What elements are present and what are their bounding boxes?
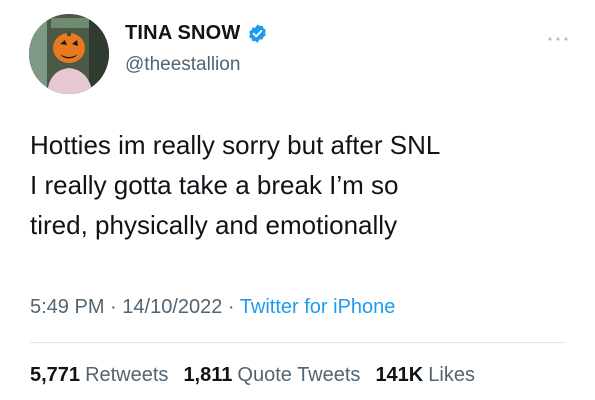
retweets-count: 5,771 xyxy=(30,364,81,386)
author-handle[interactable]: @theestallion xyxy=(125,54,268,76)
tweet-time[interactable]: 5:49 PM xyxy=(30,296,104,318)
tweet-text: Hotties im really sorry but after SNL I … xyxy=(30,130,441,240)
tweet-author: TINA SNOW @theestallion xyxy=(125,22,268,76)
more-options-icon[interactable] xyxy=(547,30,569,41)
tweet-date[interactable]: 14/10/2022 xyxy=(122,296,222,318)
verified-badge-icon xyxy=(247,23,268,44)
quote-tweets-stat[interactable]: 1,811 Quote Tweets xyxy=(183,364,360,387)
likes-stat[interactable]: 141K Likes xyxy=(375,364,475,387)
likes-label: Likes xyxy=(428,364,475,386)
avatar[interactable] xyxy=(29,14,109,94)
meta-separator: · xyxy=(222,296,240,318)
author-display-name[interactable]: TINA SNOW xyxy=(125,22,241,45)
avatar-image xyxy=(29,14,109,94)
divider xyxy=(30,342,565,343)
quote-tweets-label: Quote Tweets xyxy=(237,364,361,386)
likes-count: 141K xyxy=(375,364,424,386)
tweet-source-link[interactable]: Twitter for iPhone xyxy=(240,296,396,318)
engagement-stats: 5,771 Retweets 1,811 Quote Tweets 141K Like… xyxy=(30,364,475,387)
quote-tweets-count: 1,811 xyxy=(183,364,233,386)
retweets-label: Retweets xyxy=(85,364,169,386)
meta-separator: · xyxy=(104,296,123,318)
retweets-stat[interactable]: 5,771 Retweets xyxy=(30,364,168,387)
author-name-row: TINA SNOW xyxy=(125,22,268,45)
tweet-meta: 5:49 PM · 14/10/2022 · Twitter for iPhon… xyxy=(30,296,395,319)
